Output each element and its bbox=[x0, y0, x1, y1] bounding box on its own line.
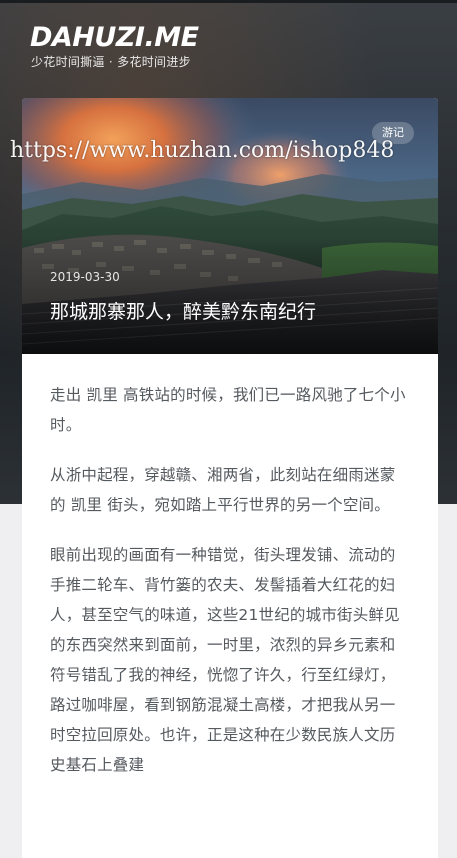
hero-image[interactable]: 游记 2019-03-30 那城那寨那人，醉美黔东南纪行 bbox=[22, 98, 438, 354]
site-logo[interactable]: DAHUZI.ME bbox=[30, 24, 199, 52]
site-tagline: 少花时间撕逼 · 多花时间进步 bbox=[31, 55, 191, 69]
article-body: 走出 凯里 高铁站的时候，我们已一路风驰了七个小时。 从浙中起程，穿越赣、湘两省… bbox=[22, 354, 438, 780]
post-title[interactable]: 那城那寨那人，醉美黔东南纪行 bbox=[50, 298, 316, 326]
article-card: 游记 2019-03-30 那城那寨那人，醉美黔东南纪行 走出 凯里 高铁站的时… bbox=[22, 98, 438, 858]
category-badge[interactable]: 游记 bbox=[372, 122, 414, 144]
article-paragraph: 走出 凯里 高铁站的时候，我们已一路风驰了七个小时。 bbox=[50, 386, 406, 434]
top-edge bbox=[0, 0, 457, 3]
article-paragraph: 眼前出现的画面有一种错觉，街头理发铺、流动的手推二轮车、背竹篓的农夫、发髻插着大… bbox=[50, 546, 400, 774]
post-date: 2019-03-30 bbox=[50, 270, 120, 284]
article-paragraph: 从浙中起程，穿越赣、湘两省，此刻站在细雨迷蒙的 凯里 街头，宛如踏上平行世界的另… bbox=[50, 466, 396, 514]
